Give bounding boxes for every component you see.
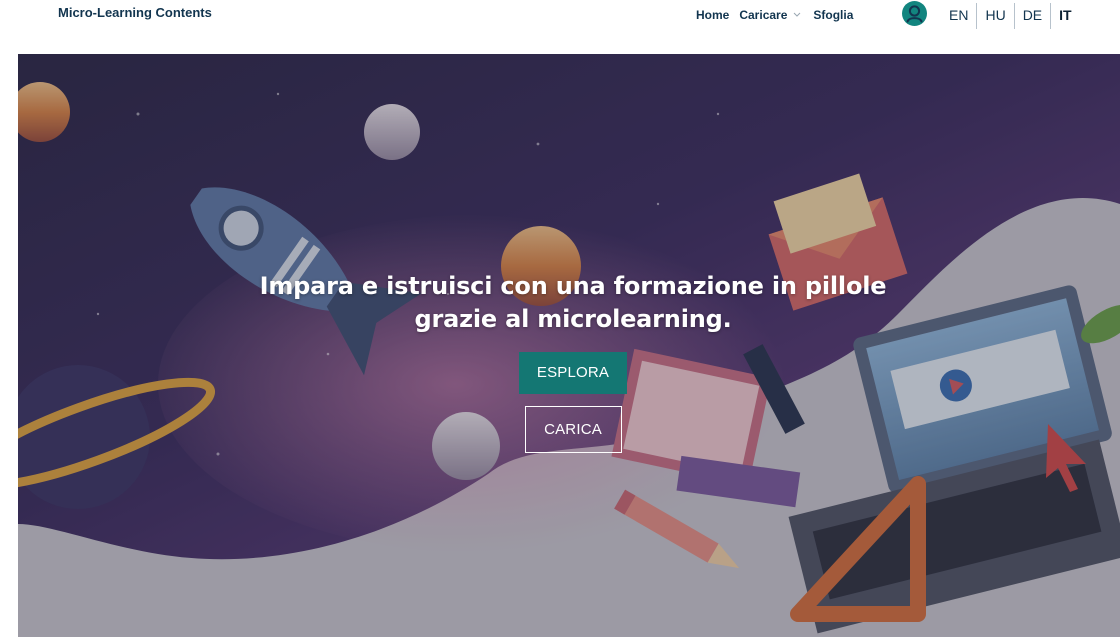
lang-en-link[interactable]: EN (944, 3, 976, 29)
upload-row: CARICA (18, 394, 1120, 453)
nav-browse-link[interactable]: Sfoglia (813, 8, 853, 22)
hero-title-line-1: Impara e istruisci con una formazione in… (259, 272, 887, 300)
upload-button[interactable]: CARICA (524, 406, 622, 453)
hero-content: Impara e istruisci con una formazione in… (18, 270, 1120, 453)
hero-banner: Impara e istruisci con una formazione in… (18, 54, 1120, 637)
lang-hu-link[interactable]: HU (977, 3, 1013, 29)
explore-button[interactable]: ESPLORA (519, 352, 627, 394)
hero-title-line-2: grazie al microlearning. (414, 305, 732, 333)
lang-it-link[interactable]: IT (1051, 3, 1079, 29)
explore-row: ESPLORA (18, 336, 1120, 394)
user-account-icon[interactable] (902, 1, 927, 26)
page: Micro-Learning Contents Home Caricare Sf… (0, 0, 1120, 637)
top-navbar: Micro-Learning Contents Home Caricare Sf… (0, 0, 1120, 54)
language-switcher: EN HU DE IT (944, 3, 1080, 29)
main-nav: Home Caricare Sfoglia (696, 5, 863, 25)
nav-upload-dropdown[interactable]: Caricare (739, 8, 803, 22)
chevron-down-icon (794, 12, 801, 17)
nav-upload-link[interactable]: Caricare (739, 8, 787, 22)
hero-title: Impara e istruisci con una formazione in… (18, 270, 1120, 336)
nav-home-link[interactable]: Home (696, 8, 729, 22)
lang-de-link[interactable]: DE (1015, 3, 1050, 29)
brand-link[interactable]: Micro-Learning Contents (58, 5, 212, 20)
